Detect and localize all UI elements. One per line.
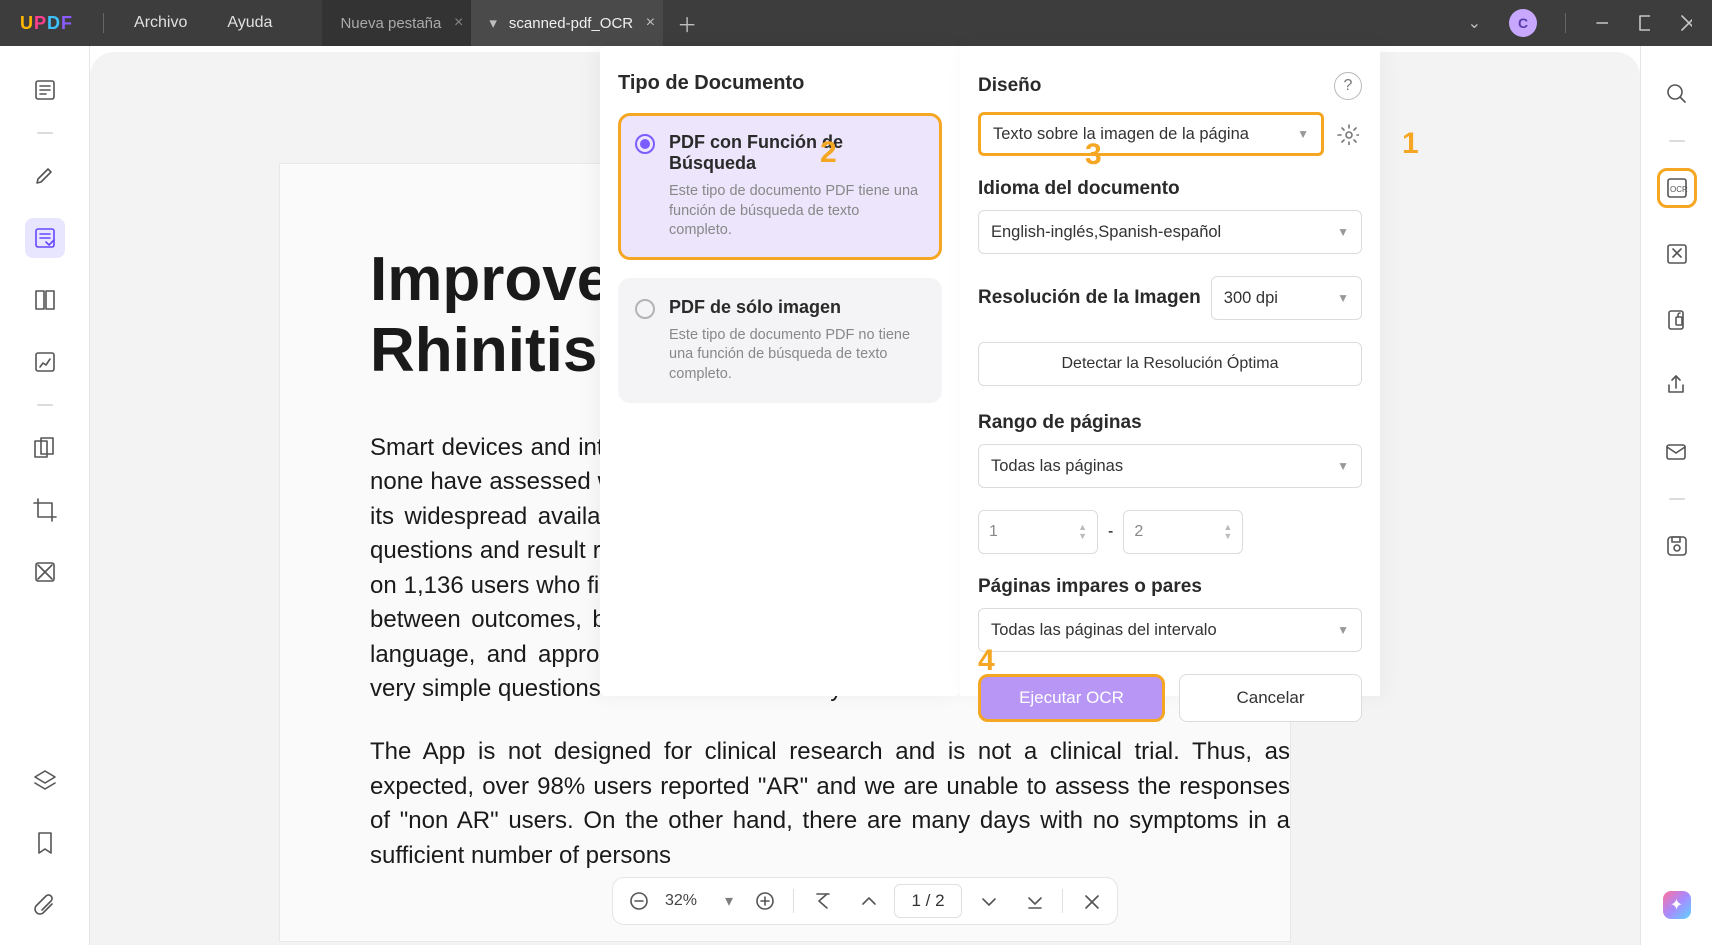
- compress-icon[interactable]: [1657, 234, 1697, 274]
- page-range-select[interactable]: Todas las páginas▼: [978, 444, 1362, 488]
- chevron-down-icon: ▾: [489, 14, 497, 32]
- zoom-out-icon[interactable]: [619, 881, 659, 921]
- menu-help[interactable]: Ayuda: [207, 14, 292, 32]
- oddeven-label: Páginas impares o pares: [978, 576, 1362, 598]
- range-from-input[interactable]: 1▲▼: [978, 510, 1098, 554]
- redact-icon[interactable]: [25, 552, 65, 592]
- tab-active-label: scanned-pdf_OCR: [509, 15, 633, 32]
- zoom-dropdown-icon[interactable]: ▾: [725, 891, 733, 911]
- language-label: Idioma del documento: [978, 178, 1362, 200]
- page-range-value: Todas las páginas: [991, 457, 1123, 476]
- design-select[interactable]: Texto sobre la imagen de la página▼: [978, 112, 1324, 156]
- cancel-button[interactable]: Cancelar: [1179, 674, 1362, 722]
- ocr-settings-panel: Diseño ? Texto sobre la imagen de la pág…: [960, 46, 1380, 696]
- page-layout-icon[interactable]: [25, 280, 65, 320]
- run-ocr-button[interactable]: Ejecutar OCR: [978, 674, 1165, 722]
- chevron-down-icon[interactable]: ⌄: [1468, 13, 1481, 33]
- next-page-icon[interactable]: [968, 881, 1008, 921]
- oddeven-value: Todas las páginas del intervalo: [991, 621, 1217, 640]
- protect-icon[interactable]: [1657, 300, 1697, 340]
- zoom-value: 32%: [665, 892, 719, 910]
- page-indicator[interactable]: 1 / 2: [894, 884, 962, 918]
- form-tool-icon[interactable]: [25, 342, 65, 382]
- language-select[interactable]: English-inglés,Spanish-español▼: [978, 210, 1362, 254]
- maximize-icon[interactable]: [1636, 16, 1650, 30]
- tab-new[interactable]: Nueva pestaña ×: [322, 0, 471, 46]
- highlighter-icon[interactable]: [25, 156, 65, 196]
- menubar: UPDF Archivo Ayuda Nueva pestaña × ▾ sca…: [0, 0, 1712, 46]
- design-label: Diseño: [978, 75, 1041, 97]
- add-tab-button[interactable]: ＋: [663, 9, 711, 38]
- annotation-4: 4: [978, 644, 995, 678]
- radio-icon: [635, 299, 655, 319]
- gear-icon[interactable]: [1334, 120, 1362, 148]
- doctype-title: PDF de sólo imagen: [669, 297, 923, 318]
- prev-page-icon[interactable]: [848, 881, 888, 921]
- close-bar-icon[interactable]: [1071, 881, 1111, 921]
- email-icon[interactable]: [1657, 432, 1697, 472]
- share-icon[interactable]: [1657, 366, 1697, 406]
- attachment-icon[interactable]: [25, 885, 65, 925]
- close-icon[interactable]: ×: [454, 14, 463, 32]
- right-toolbar: OCR ✦: [1640, 46, 1712, 945]
- document-paragraph: The App is not designed for clinical res…: [370, 735, 1290, 873]
- ocr-doctype-panel: Tipo de Documento PDF con Función de Bús…: [600, 46, 960, 696]
- ocr-tool-icon[interactable]: OCR: [1657, 168, 1697, 208]
- language-value: English-inglés,Spanish-español: [991, 223, 1221, 242]
- app-logo: UPDF: [20, 13, 73, 34]
- annotation-3: 3: [1085, 138, 1102, 172]
- doctype-desc: Este tipo de documento PDF tiene una fun…: [669, 182, 923, 241]
- tab-active[interactable]: ▾ scanned-pdf_OCR ×: [471, 0, 663, 46]
- doctype-heading: Tipo de Documento: [618, 72, 942, 95]
- svg-text:OCR: OCR: [1670, 185, 1688, 194]
- minimize-icon[interactable]: [1594, 16, 1608, 30]
- menu-file[interactable]: Archivo: [114, 14, 207, 32]
- first-page-icon[interactable]: [802, 881, 842, 921]
- design-value: Texto sobre la imagen de la página: [993, 125, 1249, 144]
- range-to-input[interactable]: 2▲▼: [1123, 510, 1243, 554]
- oddeven-select[interactable]: Todas las páginas del intervalo▼: [978, 608, 1362, 652]
- doctype-title: PDF con Función de Búsqueda: [669, 132, 923, 174]
- left-toolbar: [0, 46, 90, 945]
- annotation-1: 1: [1402, 127, 1419, 161]
- zoom-in-icon[interactable]: [745, 881, 785, 921]
- save-icon[interactable]: [1657, 526, 1697, 566]
- doctype-desc: Este tipo de documento PDF no tiene una …: [669, 326, 923, 385]
- close-window-icon[interactable]: [1678, 16, 1692, 30]
- doctype-searchable-option[interactable]: PDF con Función de Búsqueda Este tipo de…: [618, 113, 942, 260]
- last-page-icon[interactable]: [1014, 881, 1054, 921]
- help-icon[interactable]: ?: [1334, 72, 1362, 100]
- resolution-label: Resolución de la Imagen: [978, 287, 1201, 309]
- organize-pages-icon[interactable]: [25, 428, 65, 468]
- ai-assistant-icon[interactable]: ✦: [1663, 891, 1691, 919]
- page-controls: 32% ▾ 1 / 2: [612, 877, 1118, 925]
- bookmark-icon[interactable]: [25, 823, 65, 863]
- user-avatar[interactable]: C: [1509, 9, 1537, 37]
- doctype-image-only-option[interactable]: PDF de sólo imagen Este tipo de document…: [618, 278, 942, 404]
- range-separator: -: [1108, 523, 1113, 541]
- close-icon[interactable]: ×: [646, 14, 655, 32]
- annotation-2: 2: [820, 136, 837, 170]
- crop-icon[interactable]: [25, 490, 65, 530]
- reader-tool-icon[interactable]: [25, 70, 65, 110]
- resolution-value: 300 dpi: [1224, 289, 1278, 308]
- resolution-select[interactable]: 300 dpi▼: [1211, 276, 1362, 320]
- radio-selected-icon: [635, 134, 655, 154]
- tab-new-label: Nueva pestaña: [340, 15, 441, 32]
- page-range-label: Rango de páginas: [978, 412, 1362, 434]
- layers-icon[interactable]: [25, 761, 65, 801]
- edit-text-icon[interactable]: [25, 218, 65, 258]
- search-icon[interactable]: [1657, 74, 1697, 114]
- detect-resolution-button[interactable]: Detectar la Resolución Óptima: [978, 342, 1362, 386]
